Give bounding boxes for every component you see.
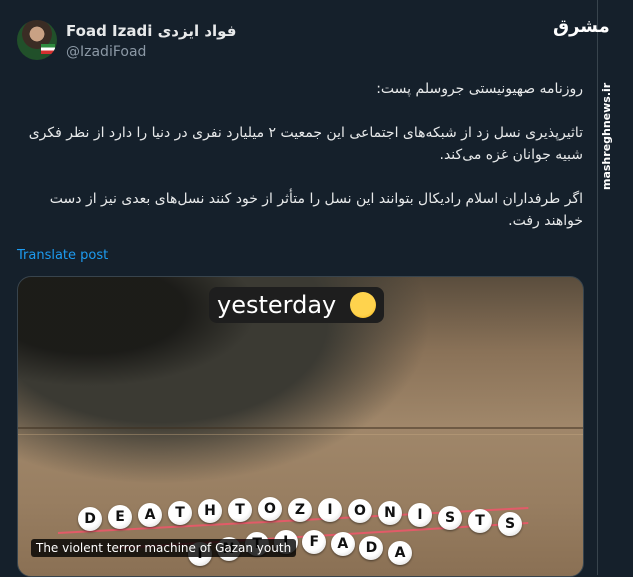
bracelet-1-bead: S — [438, 506, 462, 531]
bracelet-1-bead: T — [228, 497, 252, 522]
overlay-yesterday-label: yesterday — [209, 287, 384, 323]
bracelet-1-bead: I — [318, 498, 342, 523]
bracelet-2-bead: A — [330, 531, 355, 556]
avatar[interactable] — [17, 20, 57, 60]
bracelet-1-bead: T — [468, 508, 492, 533]
tweet-line-1: روزنامه صهیونیستی جروسلم پست: — [376, 81, 583, 97]
cardboard-fold — [18, 427, 583, 429]
cardboard-fold-highlight — [18, 434, 583, 435]
bracelet-2-bead: F — [302, 529, 327, 554]
bracelet-1-bead: O — [258, 497, 282, 522]
bracelet-1-bead: Z — [288, 497, 312, 522]
flag-icon — [41, 44, 55, 54]
smiling-face-emoji-icon — [350, 292, 376, 318]
bracelet-1-bead: D — [78, 507, 102, 531]
tweet-text: روزنامه صهیونیستی جروسلم پست: تاثیرپذیری… — [20, 78, 583, 254]
overlay-yesterday-text: yesterday — [217, 291, 337, 319]
translate-post-link[interactable]: Translate post — [17, 248, 108, 263]
watermark-url: mashreghnews.ir — [600, 82, 613, 190]
tweet-line-3: اگر طرفداران اسلام رادیکال بتوانند این ن… — [49, 191, 583, 229]
column-divider — [597, 0, 598, 575]
bracelet-1-bead: H — [198, 499, 222, 524]
bracelet-1-bead: E — [108, 504, 132, 529]
tweet-line-2: تاثیرپذیری نسل زد از شبکه‌های اجتماعی ای… — [28, 125, 583, 163]
author-handle[interactable]: @IzadiFoad — [66, 44, 146, 60]
bracelet-1-bead: T — [168, 500, 192, 525]
bracelet-2-bead: D — [359, 535, 384, 560]
bracelet-1-bead: I — [408, 503, 432, 528]
bracelet-1-bead: N — [378, 501, 402, 526]
author-name[interactable]: Foad Izadi فواد ایزدی — [66, 22, 236, 40]
bracelet-1-bead: A — [138, 502, 162, 527]
bracelet-1-bead: O — [348, 499, 372, 524]
watermark-logo: مشرق — [553, 16, 610, 37]
bracelet-2-bead: A — [388, 541, 412, 565]
bracelet-1-bead: S — [498, 512, 522, 536]
post-image[interactable]: yesterday DEATHTOZIONISTSINTIFADA The vi… — [17, 276, 584, 577]
image-caption: The violent terror machine of Gazan yout… — [31, 539, 297, 557]
